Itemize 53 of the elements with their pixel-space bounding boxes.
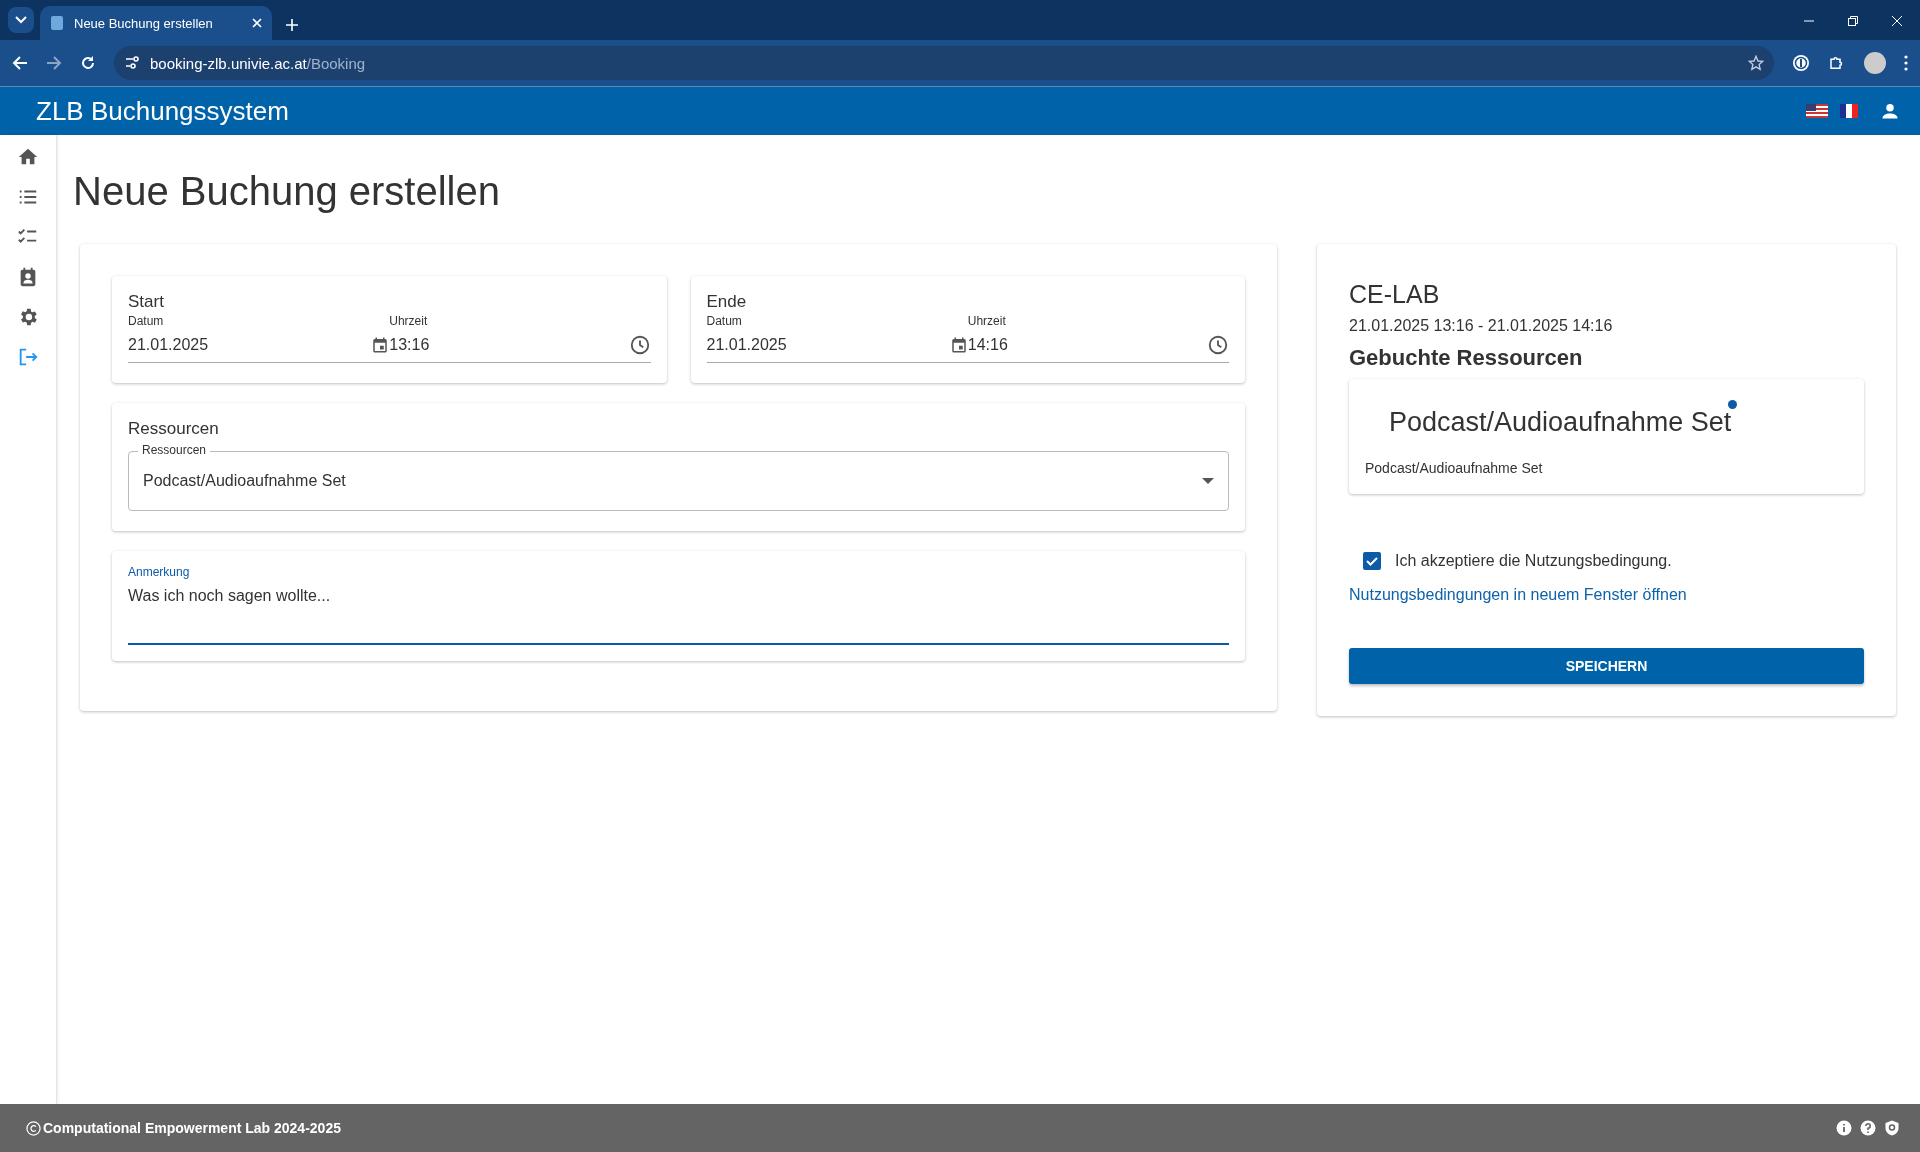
site-settings-icon[interactable] (124, 55, 140, 71)
booking-time-range: 21.01.2025 13:16 - 21.01.2025 14:16 (1349, 317, 1614, 335)
card-heading: Ressourcen (128, 419, 220, 439)
restore-icon[interactable] (1848, 16, 1858, 26)
more-menu-icon[interactable] (1904, 55, 1908, 71)
date-field[interactable]: Datum 21.01.2025 (706, 314, 968, 363)
resource-subtitle: Podcast/Audioaufnahme Set (1365, 460, 1544, 476)
time-field[interactable]: Uhrzeit 13:16 (389, 314, 651, 363)
calendar-icon[interactable] (949, 336, 968, 354)
us-flag-icon[interactable] (1806, 104, 1828, 118)
french-flag-icon[interactable] (1840, 104, 1858, 118)
terms-link[interactable]: Nutzungsbedingungen in neuem Fenster öffnen (1349, 586, 1687, 604)
clock-icon[interactable] (628, 334, 651, 356)
logout-icon (17, 346, 39, 368)
close-tab-icon[interactable] (252, 18, 262, 28)
terms-label: Ich akzeptiere die Nutzungsbedingung. (1395, 552, 1672, 570)
section-heading: Gebuchte Ressourcen (1349, 345, 1584, 371)
calendar-icon[interactable] (371, 336, 390, 354)
dropdown-caret-icon[interactable] (1202, 478, 1214, 484)
forward-arrow-icon[interactable] (46, 55, 62, 71)
card-heading: Start (128, 292, 165, 312)
site-favicon-icon (50, 15, 64, 31)
app-title: ZLB Buchungssystem (36, 95, 290, 127)
page-title: Neue Buchung erstellen (73, 169, 501, 214)
help-icon[interactable] (1860, 1120, 1876, 1136)
close-window-icon[interactable] (1892, 16, 1902, 26)
terms-checkbox[interactable] (1363, 552, 1381, 570)
url-text: booking-zlb.univie.ac.at/Booking (150, 54, 366, 72)
copyright-icon (26, 1120, 41, 1136)
footer-text: Computational Empowerment Lab 2024-2025 (43, 1120, 342, 1136)
profile-avatar[interactable] (1864, 52, 1886, 74)
new-tab-icon[interactable] (286, 19, 298, 31)
lab-name: CE-LAB (1349, 280, 1441, 309)
bookmark-star-icon[interactable] (1748, 55, 1764, 71)
badge-dot-icon (1728, 400, 1738, 409)
user-account-icon[interactable] (1880, 101, 1900, 121)
card-heading: Ende (706, 292, 748, 312)
resource-title: Podcast/Audioaufnahme Set (1389, 407, 1732, 437)
info-icon[interactable] (1836, 1120, 1852, 1136)
shield-icon[interactable] (1884, 1120, 1900, 1136)
back-arrow-icon[interactable] (12, 55, 28, 71)
checkmark-icon (1365, 554, 1379, 568)
save-button[interactable]: SPEICHERN (1349, 648, 1864, 684)
browser-tab[interactable]: Neue Buchung erstellen (40, 6, 272, 40)
tab-list-button[interactable] (8, 7, 34, 33)
clock-icon[interactable] (1207, 334, 1229, 356)
time-field[interactable]: Uhrzeit 14:16 (967, 314, 1229, 363)
chevron-down-icon (15, 16, 27, 24)
reload-icon[interactable] (80, 55, 96, 71)
address-bar[interactable]: booking-zlb.univie.ac.at/Booking (114, 46, 1774, 80)
date-field[interactable]: Datum 21.01.2025 (128, 314, 390, 363)
note-field[interactable]: Anmerkung Was ich noch sagen wollte... (128, 565, 1229, 645)
tab-title: Neue Buchung erstellen (74, 15, 214, 31)
